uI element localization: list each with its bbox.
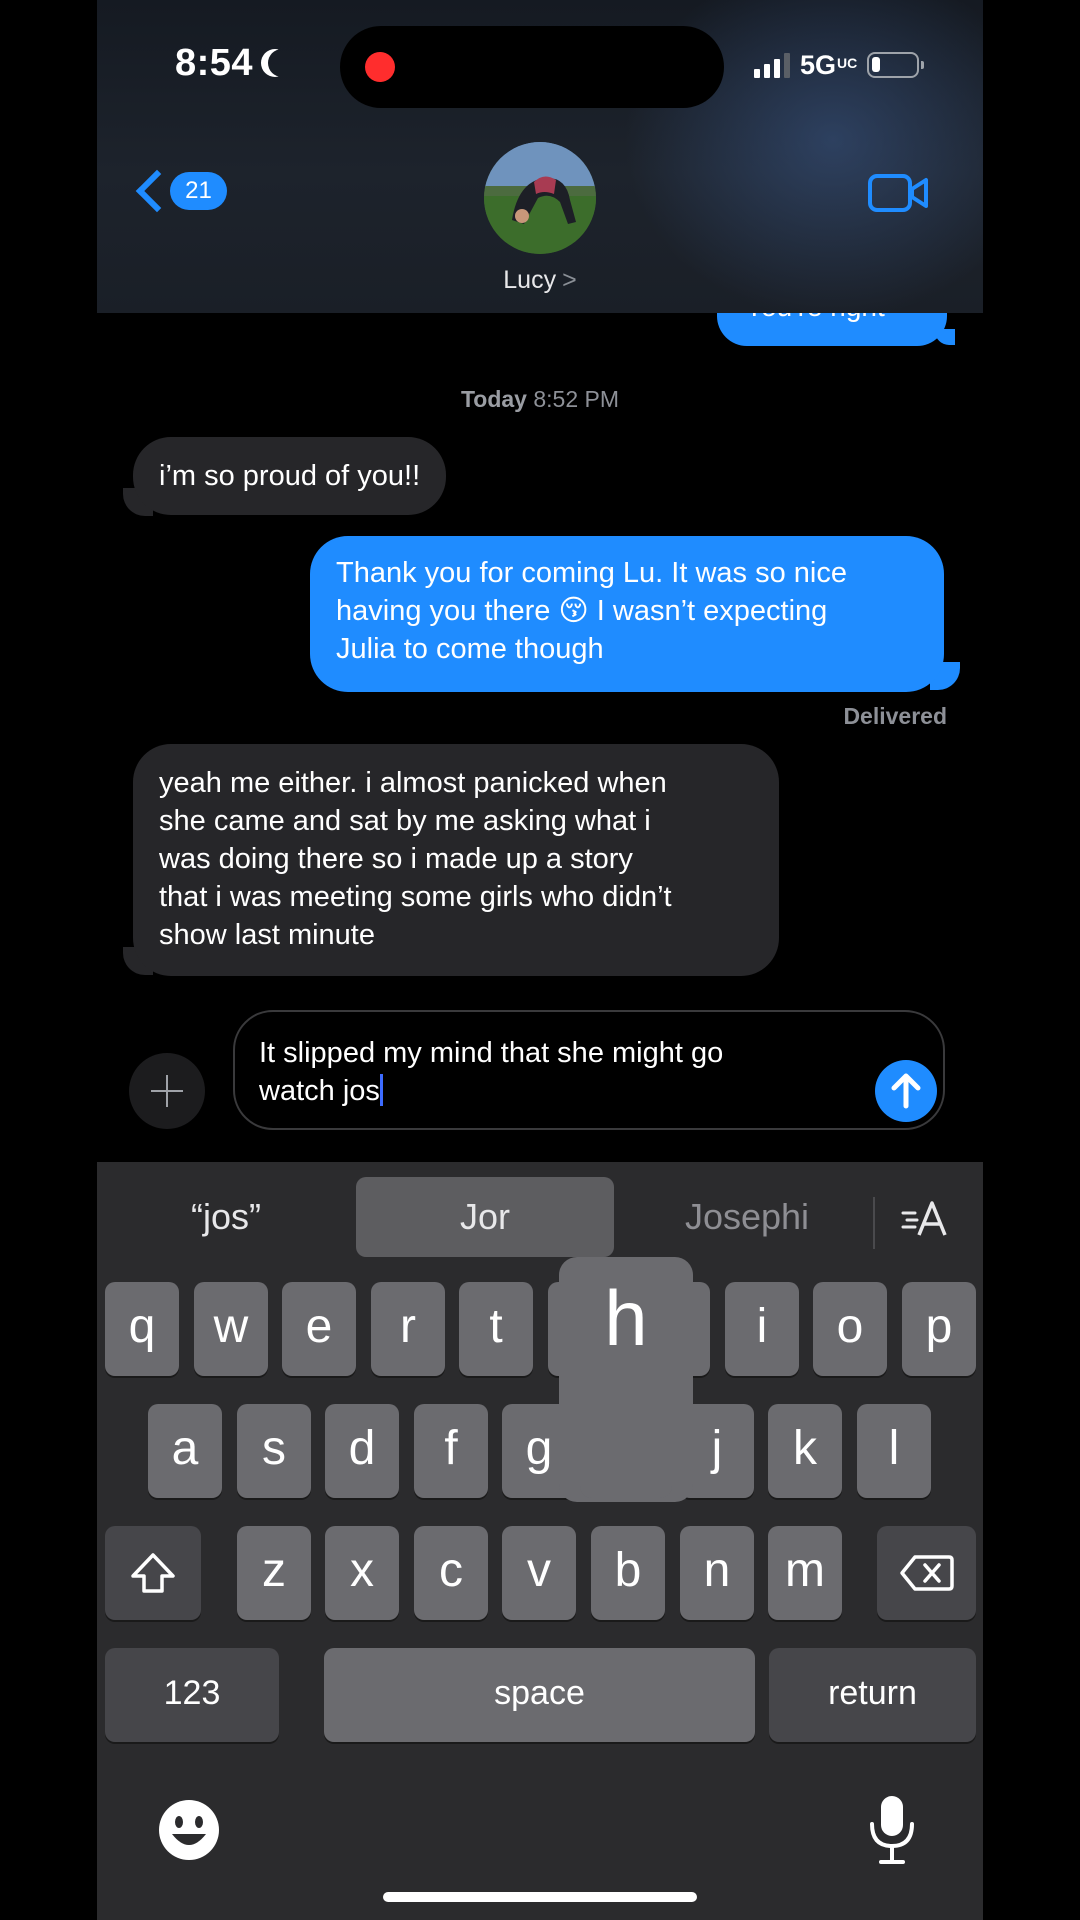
key-preview-stem	[580, 1390, 672, 1498]
home-indicator[interactable]	[383, 1892, 697, 1902]
key-r[interactable]: r	[371, 1282, 445, 1376]
message-input[interactable]: It slipped my mind that she might go wat…	[233, 1010, 945, 1130]
suggestion-1[interactable]: “jos”	[117, 1177, 335, 1257]
message-text-line: Julia to come though	[336, 633, 604, 665]
key-q[interactable]: q	[105, 1282, 179, 1376]
incoming-message[interactable]: i’m so proud of you!!	[133, 437, 447, 515]
outgoing-message[interactable]: Thank you for coming Lu. It was so nice …	[310, 536, 944, 692]
shift-icon	[131, 1553, 175, 1594]
previous-message-peek: You're right	[97, 313, 983, 346]
plus-icon[interactable]	[129, 1053, 205, 1129]
kissing-emoji: 😚	[558, 595, 589, 627]
key-o[interactable]: o	[813, 1282, 887, 1376]
cellular-signal-icon	[754, 52, 790, 78]
delete-key[interactable]	[877, 1526, 976, 1620]
status-time: 8:54	[175, 42, 287, 85]
record-dot-icon	[365, 52, 395, 82]
key-a[interactable]: a	[148, 1404, 222, 1498]
key-e[interactable]: e	[282, 1282, 356, 1376]
key-w[interactable]: w	[194, 1282, 268, 1376]
message-text-line: that i was meeting some girls who didn’t	[159, 881, 672, 913]
message-text: Thank you for coming Lu. It was so nice	[336, 557, 847, 589]
message-text-line: having you there 😚 I wasn’t expecting	[336, 595, 828, 627]
key-k[interactable]: k	[768, 1404, 842, 1498]
chevron-right-icon: >	[562, 266, 577, 294]
return-key[interactable]: return	[769, 1648, 976, 1742]
key-x[interactable]: x	[325, 1526, 399, 1620]
key-i[interactable]: i	[725, 1282, 799, 1376]
suggestion-divider	[873, 1197, 875, 1249]
message-text-line: yeah me either. i almost panicked when	[159, 767, 667, 799]
space-key[interactable]: space	[324, 1648, 755, 1742]
key-z[interactable]: z	[237, 1526, 311, 1620]
key-c[interactable]: c	[414, 1526, 488, 1620]
message-text-line: show last minute	[159, 919, 375, 951]
messages-screen: 8:54 5GUC 21 Lucy > Today 8:52 PM i’m so…	[97, 0, 983, 1920]
text-cursor	[379, 1074, 383, 1106]
shift-key[interactable]	[105, 1526, 201, 1620]
avatar-photo	[484, 142, 596, 254]
text-format-icon[interactable]	[887, 1177, 965, 1257]
incoming-message[interactable]: yeah me either. i almost panicked when s…	[133, 744, 779, 976]
network-label: 5GUC	[800, 49, 858, 80]
message-text: i’m so proud of you!!	[159, 460, 421, 492]
emoji-icon[interactable]	[157, 1798, 221, 1862]
key-b[interactable]: b	[591, 1526, 665, 1620]
delivered-status: Delivered	[843, 703, 947, 729]
send-arrow-icon	[891, 1073, 921, 1109]
key-v[interactable]: v	[502, 1526, 576, 1620]
suggestion-3[interactable]: Josephi	[632, 1177, 862, 1257]
key-t[interactable]: t	[459, 1282, 533, 1376]
moon-icon	[268, 49, 296, 77]
battery-icon	[867, 52, 925, 78]
microphone-icon[interactable]	[867, 1794, 917, 1866]
key-d[interactable]: d	[325, 1404, 399, 1498]
key-l[interactable]: l	[857, 1404, 931, 1498]
contact-avatar[interactable]	[484, 142, 596, 254]
key-m[interactable]: m	[768, 1526, 842, 1620]
send-button[interactable]	[875, 1060, 937, 1122]
key-p[interactable]: p	[902, 1282, 976, 1376]
unread-count-badge: 21	[170, 172, 227, 210]
key-n[interactable]: n	[680, 1526, 754, 1620]
dynamic-island[interactable]	[340, 26, 724, 108]
key-f[interactable]: f	[414, 1404, 488, 1498]
delete-icon	[899, 1555, 954, 1592]
message-text-line: she came and sat by me asking what i	[159, 805, 651, 837]
suggestion-2[interactable]: Jor	[356, 1177, 614, 1257]
conversation-timestamp: Today 8:52 PM	[460, 386, 620, 412]
video-camera-icon[interactable]	[868, 172, 930, 214]
conversation-header: 8:54 5GUC 21 Lucy >	[97, 0, 983, 313]
key-preview-letter: h	[604, 1274, 648, 1362]
numbers-key[interactable]: 123	[105, 1648, 279, 1742]
message-text-line: was doing there so i made up a story	[159, 843, 633, 875]
status-indicators: 5GUC	[754, 49, 925, 80]
key-s[interactable]: s	[237, 1404, 311, 1498]
message-input-text: It slipped my mind that she might go wat…	[259, 1037, 724, 1107]
contact-name[interactable]: Lucy >	[97, 266, 983, 295]
